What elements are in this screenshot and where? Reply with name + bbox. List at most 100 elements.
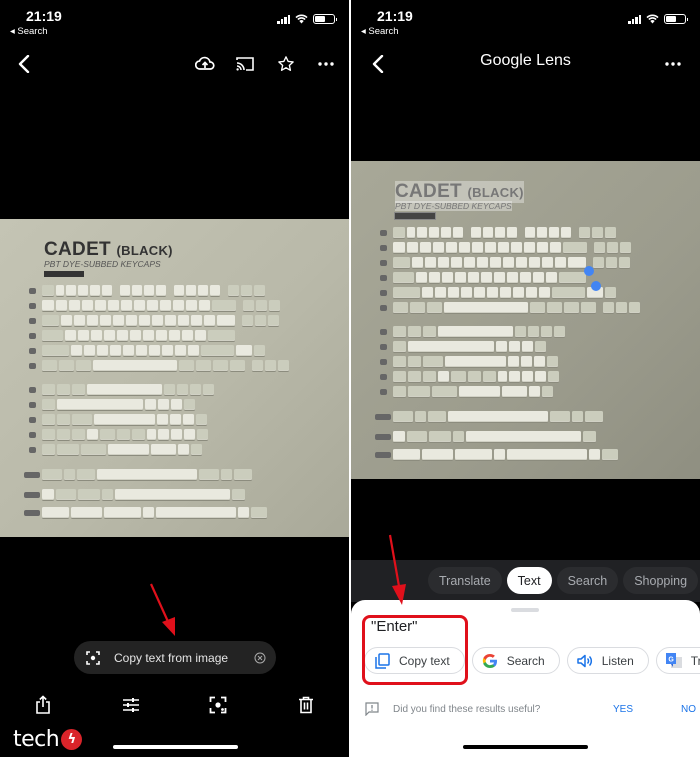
selection-handle-end[interactable] <box>591 281 601 291</box>
keycap <box>76 360 91 371</box>
star-icon[interactable] <box>274 52 298 76</box>
keycap <box>438 257 449 268</box>
share-icon[interactable] <box>32 694 54 716</box>
keycap <box>438 371 449 382</box>
keycap <box>393 386 406 397</box>
keycap <box>71 507 102 518</box>
keycap <box>508 356 519 367</box>
copy-text-from-image-button[interactable]: Copy text from image <box>74 641 276 674</box>
lightning-bolt-icon: ϟ <box>61 729 83 750</box>
keycap <box>494 272 505 283</box>
keycap <box>152 315 163 326</box>
home-indicator[interactable] <box>463 745 588 749</box>
keycap <box>108 444 149 455</box>
keycap <box>81 444 106 455</box>
close-circle-icon[interactable] <box>254 652 266 664</box>
keycap <box>555 257 566 268</box>
keycap <box>552 287 585 298</box>
keycap <box>184 399 195 410</box>
tab-search[interactable]: Search <box>556 567 619 594</box>
keycap <box>408 341 494 352</box>
keycap <box>42 429 55 440</box>
keycap <box>542 386 553 397</box>
keycap <box>423 356 443 367</box>
keycap <box>490 257 501 268</box>
tab-text[interactable]: Text <box>506 567 552 594</box>
keycap <box>429 272 440 283</box>
keycap <box>72 414 92 425</box>
home-indicator[interactable] <box>113 745 238 749</box>
keycap <box>156 507 236 518</box>
keycap <box>537 242 548 253</box>
keycap <box>42 384 55 395</box>
keycap <box>524 242 535 253</box>
trash-icon[interactable] <box>295 694 317 716</box>
keycap <box>509 371 520 382</box>
keycap <box>56 489 76 500</box>
keycap <box>210 285 220 296</box>
keycap <box>117 330 128 341</box>
keycap <box>549 227 559 238</box>
keycap <box>212 300 236 311</box>
results-sheet: "Enter" Copy text Search Listen G Tr Did… <box>351 600 700 757</box>
keycap <box>145 399 156 410</box>
keycap-row <box>42 330 235 341</box>
keycap <box>547 356 558 367</box>
keycap <box>160 300 171 311</box>
keycap <box>407 431 427 442</box>
keycap <box>143 330 154 341</box>
keycap <box>393 341 406 352</box>
keycap <box>408 356 421 367</box>
selection-handle-start[interactable] <box>584 266 594 276</box>
cloud-upload-icon[interactable] <box>193 52 217 76</box>
keycap <box>169 330 180 341</box>
adjust-icon[interactable] <box>120 694 142 716</box>
translate-button[interactable]: G Translate <box>655 647 700 674</box>
tab-translate[interactable]: Translate <box>428 567 502 594</box>
sheet-grabber[interactable] <box>511 608 539 612</box>
keycap <box>548 371 559 382</box>
back-chevron-icon[interactable] <box>12 52 36 76</box>
google-search-button[interactable]: Search <box>471 647 560 674</box>
keycap <box>485 242 496 253</box>
keycap <box>222 285 226 296</box>
battery-icon <box>664 14 688 24</box>
keycap <box>265 360 276 371</box>
more-icon[interactable] <box>314 52 338 76</box>
keycap <box>393 302 408 313</box>
svg-text:G: G <box>668 656 674 663</box>
photo-title: CADET (BLACK) <box>395 181 524 203</box>
photos-screen: 21:19 ◂ Search CADET (BLACK) PBT DYE-SUB… <box>0 0 349 757</box>
keycap <box>572 411 583 422</box>
keycap <box>57 444 79 455</box>
feedback-question: Did you find these results useful? <box>393 703 541 715</box>
speaker-icon <box>576 653 593 669</box>
keycap-row <box>42 444 202 455</box>
cast-icon[interactable] <box>233 52 257 76</box>
status-time: 21:19 <box>377 8 413 24</box>
keycap <box>42 285 54 296</box>
keycap <box>108 300 119 311</box>
status-back-to-search[interactable]: ◂ Search <box>361 26 399 37</box>
listen-button[interactable]: Listen <box>566 647 649 674</box>
status-back-to-search[interactable]: ◂ Search <box>10 26 48 37</box>
lens-scan-icon[interactable] <box>207 694 229 716</box>
keycap <box>201 345 234 356</box>
feedback-yes-button[interactable]: YES <box>613 704 633 715</box>
feedback-icon <box>365 702 379 716</box>
keycap <box>97 469 197 480</box>
feedback-no-button[interactable]: NO <box>681 704 696 715</box>
keycap <box>42 399 55 410</box>
keycap <box>199 469 219 480</box>
keycap <box>232 489 245 500</box>
keycap <box>178 444 189 455</box>
keycap <box>429 431 451 442</box>
keycap <box>408 326 421 337</box>
tab-shopping[interactable]: Shopping <box>623 567 699 594</box>
keycap <box>563 242 587 253</box>
keycap <box>195 330 206 341</box>
keycap <box>539 287 550 298</box>
keycap-row <box>393 302 640 313</box>
keyboard-photo: CADET (BLACK) PBT DYE-SUBBED KEYCAPS <box>351 161 700 479</box>
keycap <box>472 242 483 253</box>
